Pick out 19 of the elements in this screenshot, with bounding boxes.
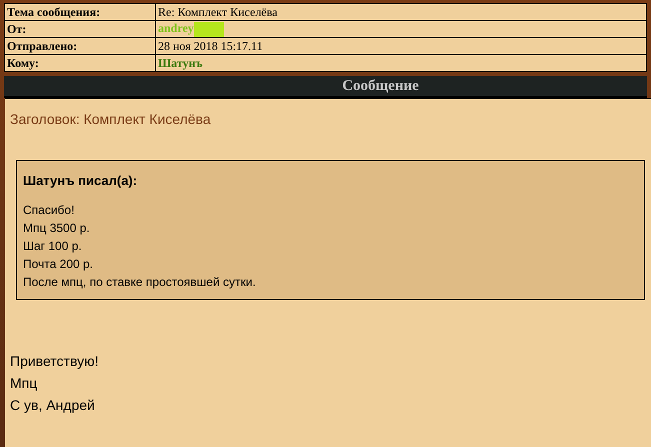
- field-label: Кому:: [4, 54, 156, 72]
- field-label: Тема сообщения:: [4, 4, 156, 20]
- recipient-link[interactable]: Шатунъ: [158, 56, 203, 70]
- redaction-mark: [194, 22, 224, 37]
- message-line: Мпц: [10, 374, 38, 393]
- field-label: Отправлено:: [4, 38, 156, 54]
- quote-line: Почта 200 р.: [23, 256, 94, 272]
- quote-line: После мпц, по ставке простоявшей сутки.: [23, 274, 256, 290]
- quote-line: Спасибо!: [23, 202, 74, 218]
- field-value: 28 ноя 2018 15:17.11: [158, 39, 263, 53]
- message-subject: Заголовок: Комплект Киселёва: [9, 110, 212, 129]
- quote-line: Шаг 100 р.: [23, 238, 82, 254]
- quote-author: Шатунъ писал(а):: [23, 172, 138, 190]
- section-title: Сообщение: [341, 76, 419, 96]
- field-label: От:: [4, 20, 156, 38]
- quote-line: Мпц 3500 р.: [23, 220, 90, 236]
- message-line: Приветствую!: [10, 352, 98, 371]
- message-line: С ув, Андрей: [10, 396, 95, 415]
- field-value: Re: Комплект Киселёва: [158, 5, 278, 19]
